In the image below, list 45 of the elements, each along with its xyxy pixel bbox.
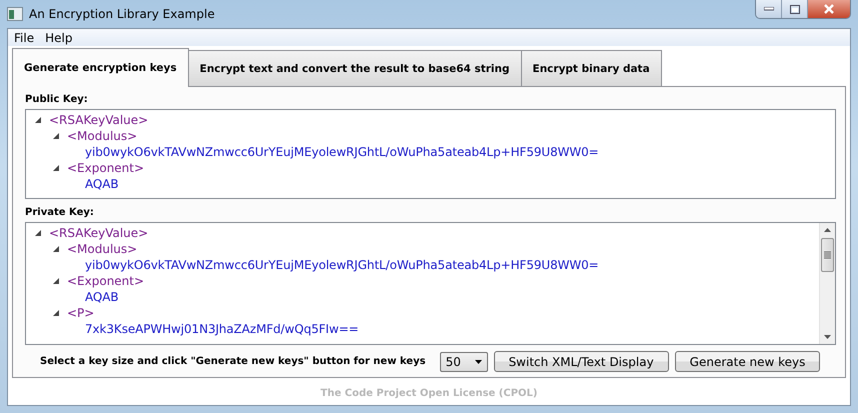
menu-item[interactable]: Help — [41, 30, 80, 44]
maximize-icon — [790, 4, 800, 14]
xml-tag[interactable]: <Modulus> — [67, 242, 138, 256]
grip-icon — [824, 251, 831, 259]
expand-arrow-icon[interactable] — [51, 131, 61, 141]
tab[interactable]: Generate encryption keys — [12, 48, 189, 87]
xml-tag[interactable]: <P> — [67, 306, 94, 320]
close-icon — [823, 4, 835, 14]
scroll-up-icon[interactable] — [824, 228, 831, 232]
scroll-down-icon[interactable] — [824, 335, 831, 339]
expand-arrow-icon[interactable] — [33, 115, 43, 125]
app-icon — [7, 7, 23, 21]
menu-item[interactable]: File — [10, 30, 42, 44]
dropdown-caret-icon — [474, 360, 482, 364]
key-size-dropdown[interactable]: 50 — [440, 352, 488, 372]
window-title: An Encryption Library Example — [29, 7, 215, 21]
xml-value: yib0wykO6vkTAVwNZmwcc6UrYEujMEyolewRJGhtL/oWuPha5ateab4Lp+HF59U8WW0= — [85, 145, 599, 159]
minimize-icon — [764, 7, 774, 11]
expand-arrow-icon[interactable] — [33, 228, 43, 238]
xml-value: AQAB — [85, 290, 118, 304]
xml-value: AQAB — [85, 177, 118, 191]
expand-arrow-icon[interactable] — [51, 163, 61, 173]
field-label: Public Key: — [25, 94, 89, 105]
field-label: Private Key: — [25, 207, 95, 218]
expand-arrow-icon[interactable] — [51, 308, 61, 318]
xml-tag[interactable]: <Exponent> — [67, 161, 144, 175]
expand-arrow-icon[interactable] — [51, 276, 61, 286]
instruction-text: Select a key size and click "Generate new keys" button for new keys — [40, 356, 426, 367]
tab[interactable]: Encrypt text and convert the result to base64 string — [188, 50, 522, 86]
key-size-value: 50 — [446, 354, 461, 368]
xml-tag[interactable]: <Exponent> — [67, 274, 144, 288]
expand-arrow-icon[interactable] — [51, 244, 61, 254]
action-button[interactable]: Generate new keys — [674, 351, 820, 372]
xml-tag[interactable]: <Modulus> — [67, 129, 138, 143]
xml-tag[interactable]: <RSAKeyValue> — [49, 226, 148, 240]
action-button[interactable]: Switch XML/Text Display — [494, 351, 669, 372]
tab[interactable]: Encrypt binary data — [520, 50, 662, 86]
xml-value: 7xk3KseAPWHwj01N3JhaZAzMFd/wQq5FIw== — [85, 322, 359, 336]
xml-value: yib0wykO6vkTAVwNZmwcc6UrYEujMEyolewRJGhtL/oWuPha5ateab4Lp+HF59U8WW0= — [85, 258, 599, 272]
license-text: The Code Project Open License (CPOL) — [320, 388, 538, 399]
vertical-scrollbar[interactable] — [819, 223, 835, 344]
minimize-button[interactable] — [756, 0, 782, 18]
maximize-button[interactable] — [782, 0, 808, 18]
close-button[interactable] — [808, 0, 850, 18]
xml-tag[interactable]: <RSAKeyValue> — [49, 113, 148, 127]
